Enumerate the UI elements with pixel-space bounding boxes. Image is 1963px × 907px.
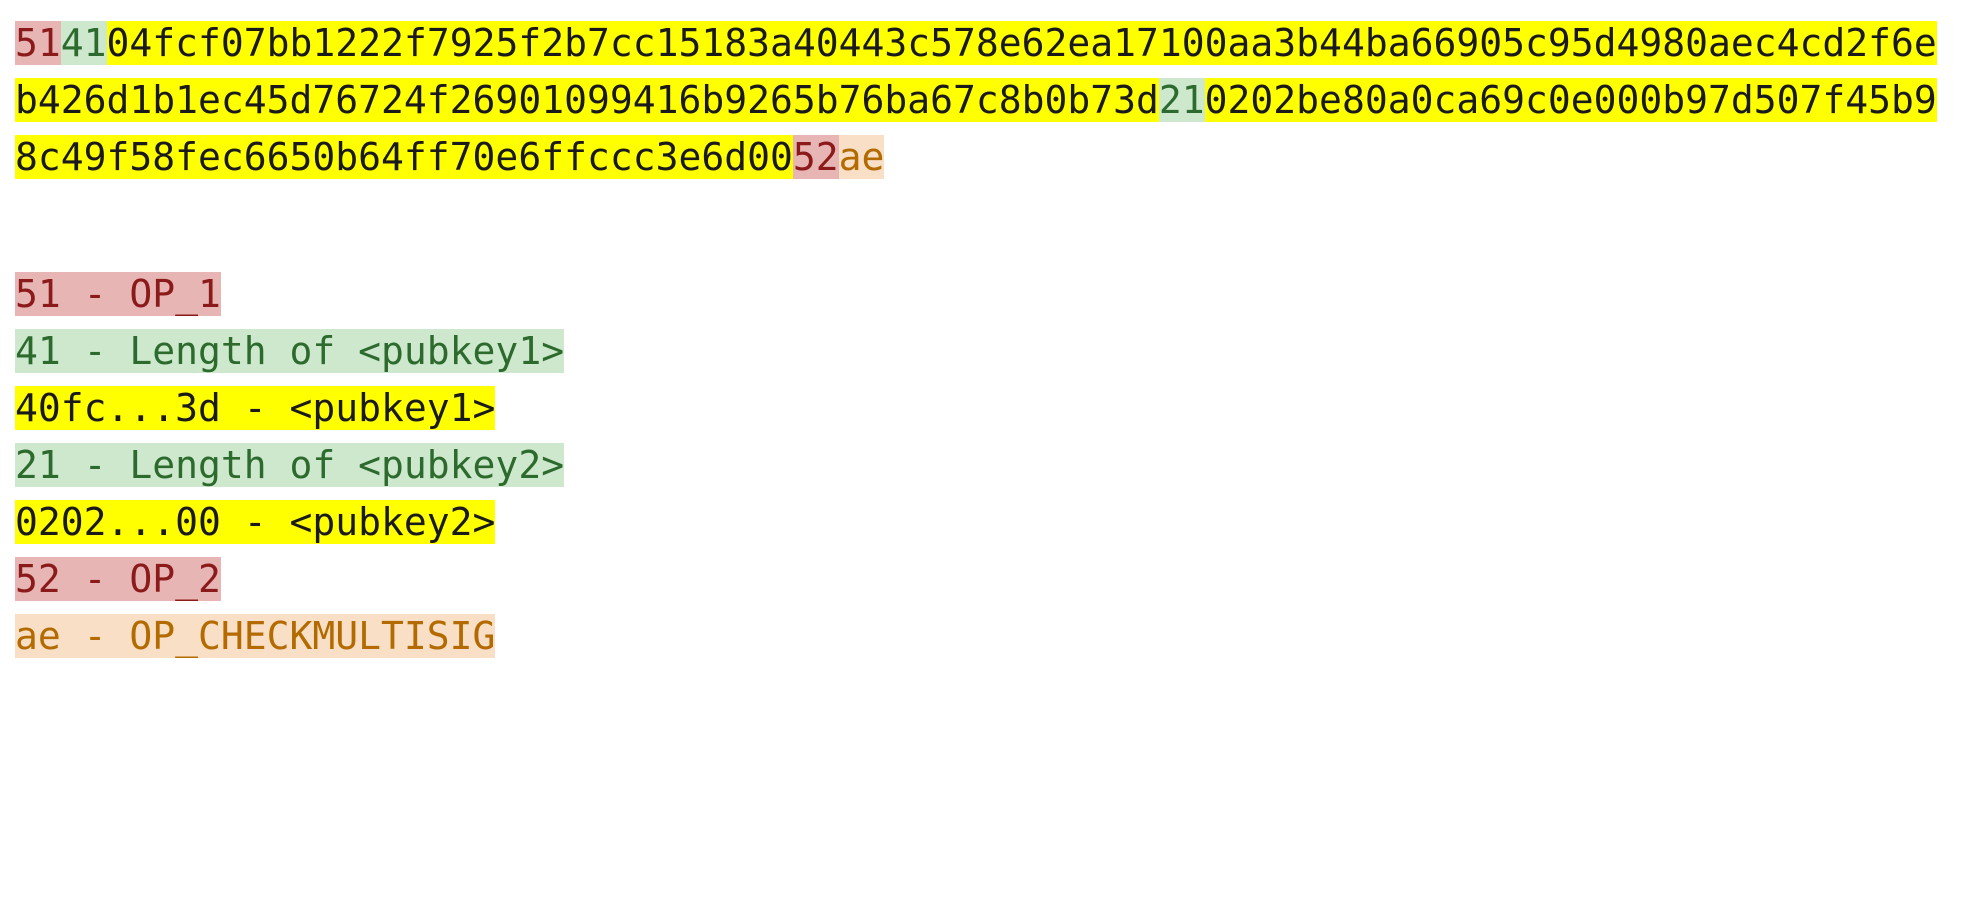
legend-len-pubkey1: 41 - Length of <pubkey1>: [15, 329, 564, 373]
hex-seg-len1: 41: [61, 21, 107, 65]
legend-op2: 52 - OP_2: [15, 557, 221, 601]
hex-seg-op1: 51: [15, 21, 61, 65]
legend-block: 51 - OP_1 41 - Length of <pubkey1> 40fc.…: [15, 266, 1948, 665]
legend-pubkey1: 40fc...3d - <pubkey1>: [15, 386, 495, 430]
legend-checkmultisig: ae - OP_CHECKMULTISIG: [15, 614, 495, 658]
hex-seg-checkmultisig: ae: [839, 135, 885, 179]
legend-pubkey2: 0202...00 - <pubkey2>: [15, 500, 495, 544]
hex-script-block: 514104fcf07bb1222f7925f2b7cc15183a40443c…: [15, 15, 1948, 186]
legend-len-pubkey2: 21 - Length of <pubkey2>: [15, 443, 564, 487]
legend-op1: 51 - OP_1: [15, 272, 221, 316]
hex-seg-len2: 21: [1159, 78, 1205, 122]
hex-seg-op2: 52: [793, 135, 839, 179]
